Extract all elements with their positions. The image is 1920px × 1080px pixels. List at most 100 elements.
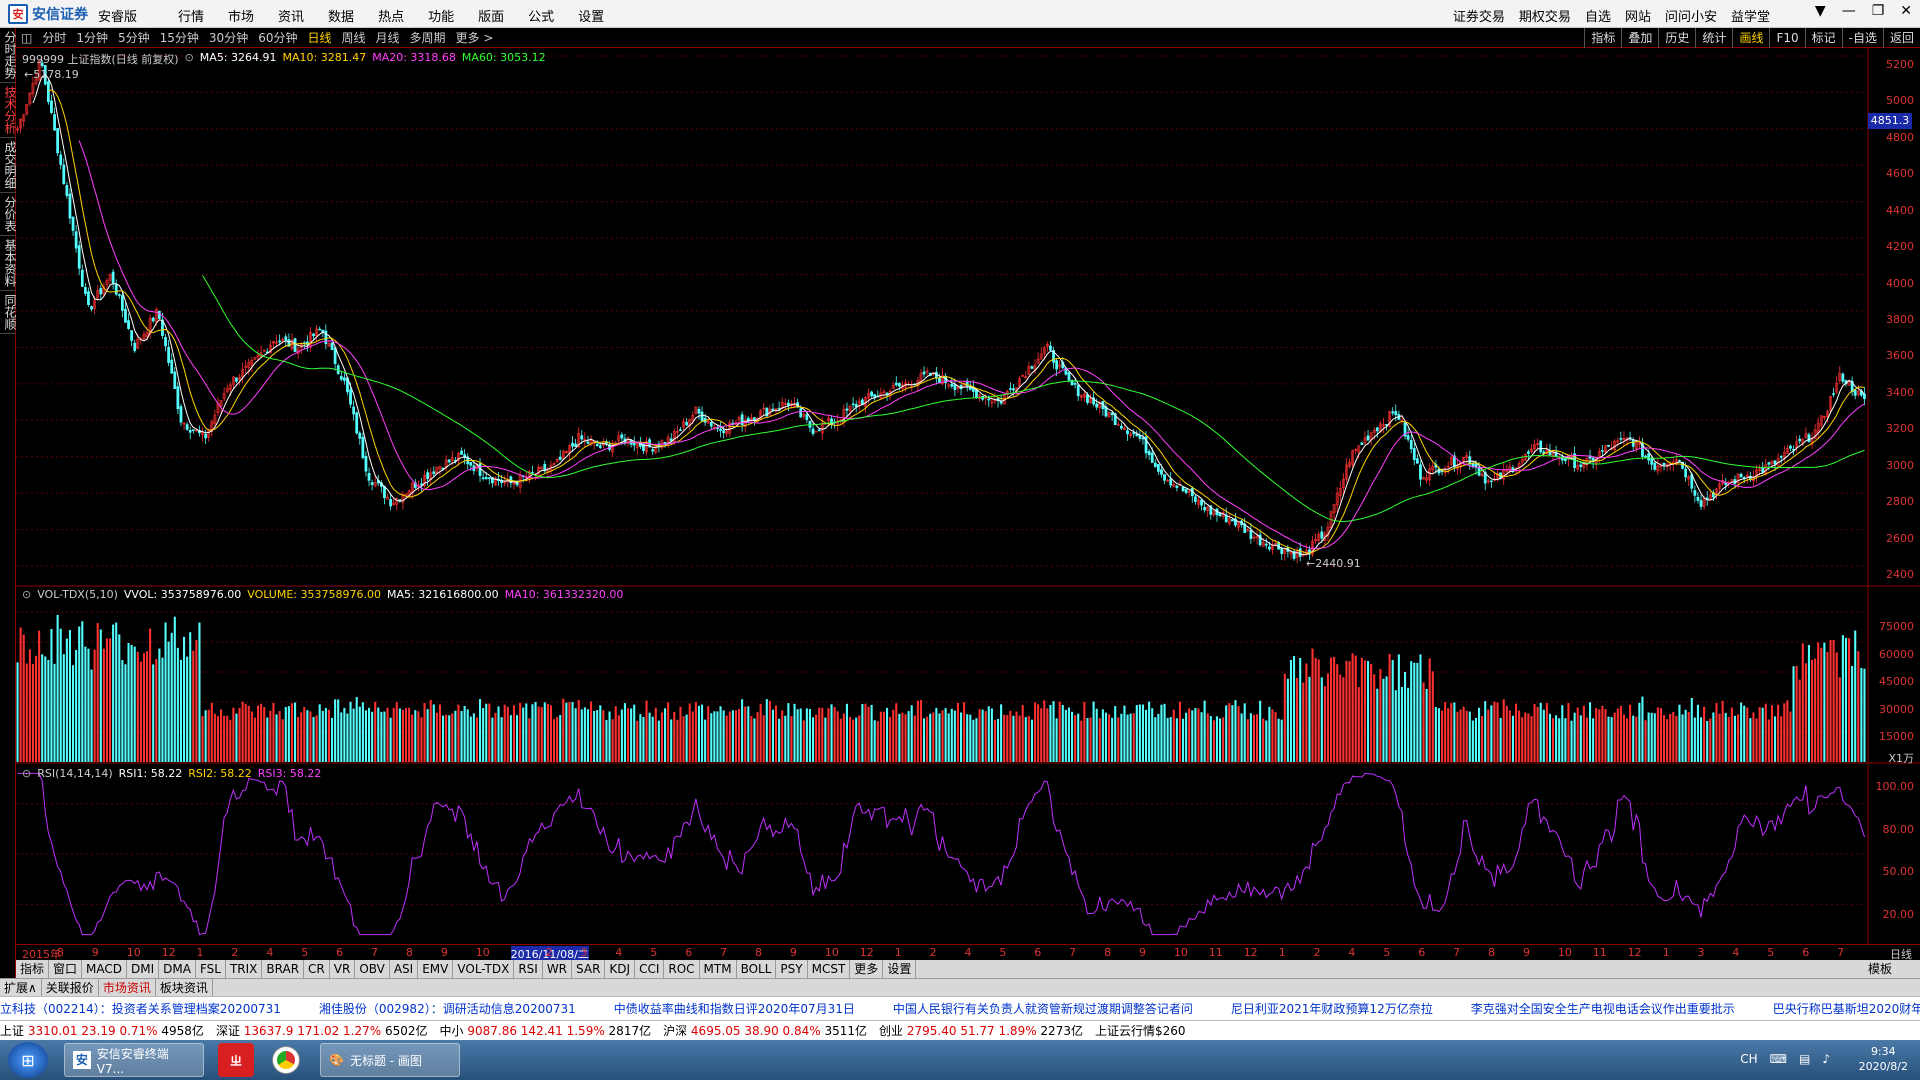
quote-item[interactable]: 深证 13637.9 171.02 1.27% 6502亿: [216, 1024, 428, 1038]
indicator-16[interactable]: SAR: [572, 960, 606, 978]
menu-item-2[interactable]: 资讯: [278, 6, 304, 25]
news-item[interactable]: 立科技（002214）：投资者关系管理档案20200731: [0, 1002, 281, 1016]
indicator-13[interactable]: VOL-TDX: [453, 960, 515, 978]
menu-item-5[interactable]: 功能: [428, 6, 454, 25]
news-item[interactable]: 巴央行称巴基斯坦2020财年实际GDP: [1773, 1002, 1920, 1016]
left-tab-5[interactable]: 同花顺: [0, 291, 17, 334]
bottom-tab-2[interactable]: 市场资讯: [99, 979, 156, 996]
indicator-21[interactable]: BOLL: [737, 960, 777, 978]
period-0[interactable]: 分时: [37, 29, 71, 46]
tool-button-0[interactable]: 指标: [1584, 28, 1621, 48]
quote-item[interactable]: 上证 3310.01 23.19 0.71% 4958亿: [0, 1024, 204, 1038]
menu-item-8[interactable]: 设置: [578, 6, 604, 25]
tool-button-1[interactable]: 叠加: [1621, 28, 1658, 48]
indicator-15[interactable]: WR: [543, 960, 573, 978]
indicator-7[interactable]: BRAR: [262, 960, 305, 978]
quote-extra[interactable]: 上证云行情$260: [1095, 1024, 1186, 1038]
indicator-25[interactable]: 设置: [883, 960, 917, 978]
right-menu-item-4[interactable]: 问问小安: [1665, 6, 1717, 25]
period-5[interactable]: 60分钟: [253, 29, 302, 46]
chrome-icon[interactable]: [268, 1043, 304, 1077]
left-tab-2[interactable]: 成交明细: [0, 138, 17, 193]
bottom-tab-0[interactable]: 扩展∧: [0, 979, 42, 996]
chart-area[interactable]: [16, 48, 1920, 944]
period-4[interactable]: 30分钟: [204, 29, 253, 46]
indicator-6[interactable]: TRIX: [226, 960, 263, 978]
keyboard-icon[interactable]: ⌨: [1770, 1052, 1787, 1066]
period-9[interactable]: 多周期: [405, 29, 451, 46]
indicator-5[interactable]: FSL: [196, 960, 226, 978]
menu-item-7[interactable]: 公式: [528, 6, 554, 25]
indicator-12[interactable]: EMV: [418, 960, 454, 978]
settings-icon[interactable]: ⊙: [185, 51, 194, 67]
window-control-1[interactable]: —: [1842, 3, 1856, 19]
start-button[interactable]: ⊞: [8, 1042, 48, 1078]
news-item[interactable]: 尼日利亚2021年财政预算12万亿奈拉: [1231, 1002, 1433, 1016]
menu-item-3[interactable]: 数据: [328, 6, 354, 25]
news-item[interactable]: 中债收益率曲线和指数日评2020年07月31日: [614, 1002, 855, 1016]
taskbar-item-paint[interactable]: 🎨 无标题 - 画图: [320, 1043, 460, 1077]
indicator-17[interactable]: KDJ: [605, 960, 636, 978]
period-6[interactable]: 日线: [302, 29, 336, 46]
indicator-14[interactable]: RSI: [514, 960, 543, 978]
indicator-20[interactable]: MTM: [700, 960, 737, 978]
menu-item-6[interactable]: 版面: [478, 6, 504, 25]
right-menu-item-0[interactable]: 证券交易: [1453, 6, 1505, 25]
period-2[interactable]: 5分钟: [113, 29, 155, 46]
indicator-24[interactable]: 更多: [850, 960, 884, 978]
indicator-0[interactable]: 指标: [16, 960, 50, 978]
volume-icon[interactable]: ♪: [1822, 1052, 1830, 1066]
period-8[interactable]: 月线: [371, 29, 405, 46]
tool-button-3[interactable]: 统计: [1695, 28, 1732, 48]
bottom-tab-1[interactable]: 关联报价: [42, 979, 99, 996]
indicator-23[interactable]: MCST: [808, 960, 851, 978]
indicator-22[interactable]: PSY: [776, 960, 808, 978]
taskbar-item-app[interactable]: 安 安信安睿终端V7...: [64, 1043, 204, 1077]
news-item[interactable]: 湘佳股份（002982）：调研活动信息20200731: [319, 1002, 576, 1016]
tool-button-8[interactable]: 返回: [1882, 28, 1920, 48]
menu-item-0[interactable]: 行情: [178, 6, 204, 25]
tool-button-6[interactable]: 标记: [1804, 28, 1842, 48]
indicator-2[interactable]: MACD: [82, 960, 128, 978]
news-item[interactable]: 李克强对全国安全生产电视电话会议作出重要批示: [1471, 1002, 1735, 1016]
rsi-settings-icon[interactable]: ⊙: [22, 767, 31, 780]
indicator-1[interactable]: 窗口: [49, 960, 83, 978]
indicator-10[interactable]: OBV: [355, 960, 390, 978]
quote-item[interactable]: 沪深 4695.05 38.90 0.84% 3511亿: [663, 1024, 867, 1038]
tool-button-4[interactable]: 画线: [1732, 28, 1769, 48]
window-control-3[interactable]: ✕: [1900, 3, 1912, 19]
left-tab-1[interactable]: 技术分析: [0, 83, 17, 138]
period-3[interactable]: 15分钟: [155, 29, 204, 46]
left-tab-4[interactable]: 基本资料: [0, 236, 17, 291]
menu-item-4[interactable]: 热点: [378, 6, 404, 25]
right-menu-item-1[interactable]: 期权交易: [1519, 6, 1571, 25]
left-tab-0[interactable]: 分时走势: [0, 28, 17, 83]
menu-item-1[interactable]: 市场: [228, 6, 254, 25]
window-control-0[interactable]: ▼: [1815, 3, 1826, 19]
quote-item[interactable]: 创业 2795.40 51.77 1.89% 2273亿: [879, 1024, 1083, 1038]
template-button[interactable]: 模板: [1868, 960, 1892, 978]
tool-button-5[interactable]: F10: [1769, 28, 1804, 48]
right-menu-item-3[interactable]: 网站: [1625, 6, 1651, 25]
indicator-3[interactable]: DMI: [127, 960, 160, 978]
tool-button-2[interactable]: 历史: [1658, 28, 1695, 48]
language-indicator[interactable]: CH: [1740, 1052, 1757, 1066]
indicator-9[interactable]: VR: [330, 960, 356, 978]
indicator-19[interactable]: ROC: [664, 960, 700, 978]
red-app-icon[interactable]: ㄓ: [218, 1043, 254, 1077]
news-item[interactable]: 中国人民银行有关负责人就资管新规过渡期调整答记者问: [893, 1002, 1193, 1016]
clock[interactable]: 9:34 2020/8/2: [1859, 1044, 1908, 1074]
network-icon[interactable]: ▤: [1799, 1052, 1810, 1066]
indicator-11[interactable]: ASI: [390, 960, 419, 978]
indicator-18[interactable]: CCI: [635, 960, 665, 978]
window-control-2[interactable]: ❐: [1872, 3, 1885, 19]
period-7[interactable]: 周线: [337, 29, 371, 46]
layout-icon[interactable]: ◫: [16, 31, 37, 45]
indicator-4[interactable]: DMA: [159, 960, 196, 978]
bottom-tab-3[interactable]: 板块资讯: [156, 979, 213, 996]
right-menu-item-2[interactable]: 自选: [1585, 6, 1611, 25]
volume-settings-icon[interactable]: ⊙: [22, 588, 31, 601]
period-1[interactable]: 1分钟: [71, 29, 113, 46]
left-tab-3[interactable]: 分价表: [0, 193, 17, 236]
tool-button-7[interactable]: -自选: [1841, 28, 1883, 48]
